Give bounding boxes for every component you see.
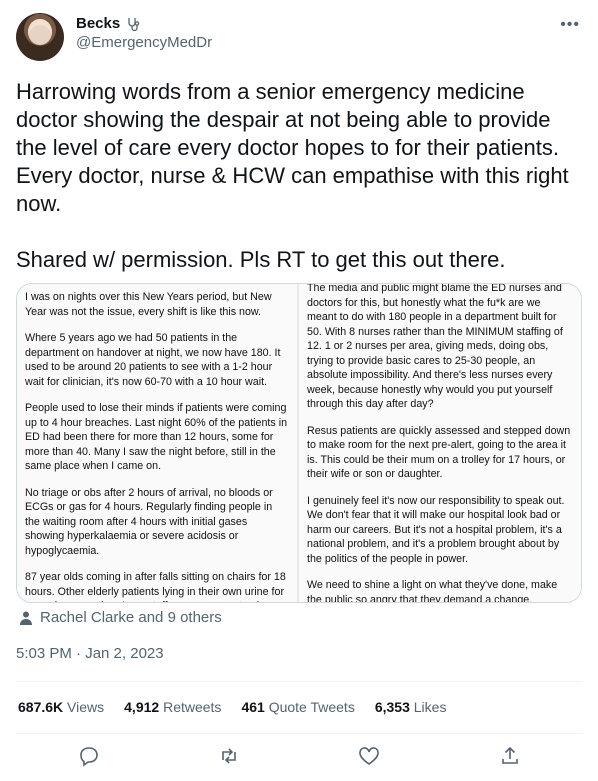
tweet-text: Harrowing words from a senior emergency …	[16, 78, 582, 302]
divider	[16, 733, 582, 734]
media-left-column: I was on nights over this New Years peri…	[17, 284, 299, 602]
media-paragraph: No triage or obs after 2 hours of arriva…	[25, 486, 273, 557]
action-bar	[0, 741, 598, 773]
tagged-users[interactable]: Rachel Clarke and 9 others	[18, 609, 222, 626]
media-right-column: The media and public might blame the ED …	[299, 284, 581, 602]
stat-views[interactable]: 687.6K Views	[18, 699, 104, 715]
media-image[interactable]: I was on nights over this New Years peri…	[16, 283, 582, 603]
media-paragraph: The media and public might blame the ED …	[307, 284, 563, 410]
stethoscope-icon	[128, 17, 140, 31]
tweet-timestamp[interactable]: 5:03 PM · Jan 2, 2023	[16, 645, 164, 662]
tweet-paragraph: Harrowing words from a senior emergency …	[16, 79, 569, 216]
author-handle[interactable]: @EmergencyMedDr	[76, 34, 212, 51]
avatar[interactable]	[16, 13, 64, 61]
media-paragraph: We need to shine a light on what they've…	[307, 579, 558, 602]
tweet-stats: 687.6K Views 4,912 Retweets 461 Quote Tw…	[18, 699, 466, 715]
author-name[interactable]: Becks	[76, 15, 120, 32]
media-paragraph: I was on nights over this New Years peri…	[25, 291, 272, 318]
stat-quote-tweets[interactable]: 461 Quote Tweets	[241, 699, 354, 715]
tagged-label[interactable]: Rachel Clarke and 9 others	[40, 609, 222, 626]
stat-label: Likes	[413, 699, 447, 715]
retweet-icon[interactable]	[218, 745, 240, 767]
stat-value: 461	[241, 699, 265, 715]
share-icon[interactable]	[499, 745, 521, 767]
user-info[interactable]: Becks @EmergencyMedDr	[76, 15, 212, 51]
stat-label: Views	[67, 699, 105, 715]
like-icon[interactable]	[358, 745, 380, 767]
person-icon	[20, 611, 32, 625]
stat-label: Retweets	[163, 699, 222, 715]
media-paragraph: Where 5 years ago we had 50 patients in …	[25, 332, 281, 388]
stat-retweets[interactable]: 4,912 Retweets	[124, 699, 221, 715]
tweet-header: Becks @EmergencyMedDr •••	[16, 10, 582, 61]
media-paragraph: 87 year olds coming in after falls sitti…	[25, 571, 286, 602]
divider	[16, 681, 582, 682]
stat-value: 6,353	[374, 699, 410, 715]
reply-icon[interactable]	[78, 745, 100, 767]
media-paragraph: Resus patients are quickly assessed and …	[307, 424, 571, 481]
media-paragraph: I genuinely feel it's now our responsibi…	[307, 494, 565, 565]
stat-likes[interactable]: 6,353 Likes	[375, 699, 447, 715]
stat-value: 687.6K	[18, 699, 64, 715]
stat-label: Quote Tweets	[268, 699, 355, 715]
tweet-paragraph: Shared w/ permission. Pls RT to get this…	[16, 247, 506, 272]
media-paragraph: People used to lose their minds if patie…	[25, 402, 288, 472]
stat-value: 4,912	[124, 699, 160, 715]
more-icon[interactable]: •••	[560, 16, 580, 34]
